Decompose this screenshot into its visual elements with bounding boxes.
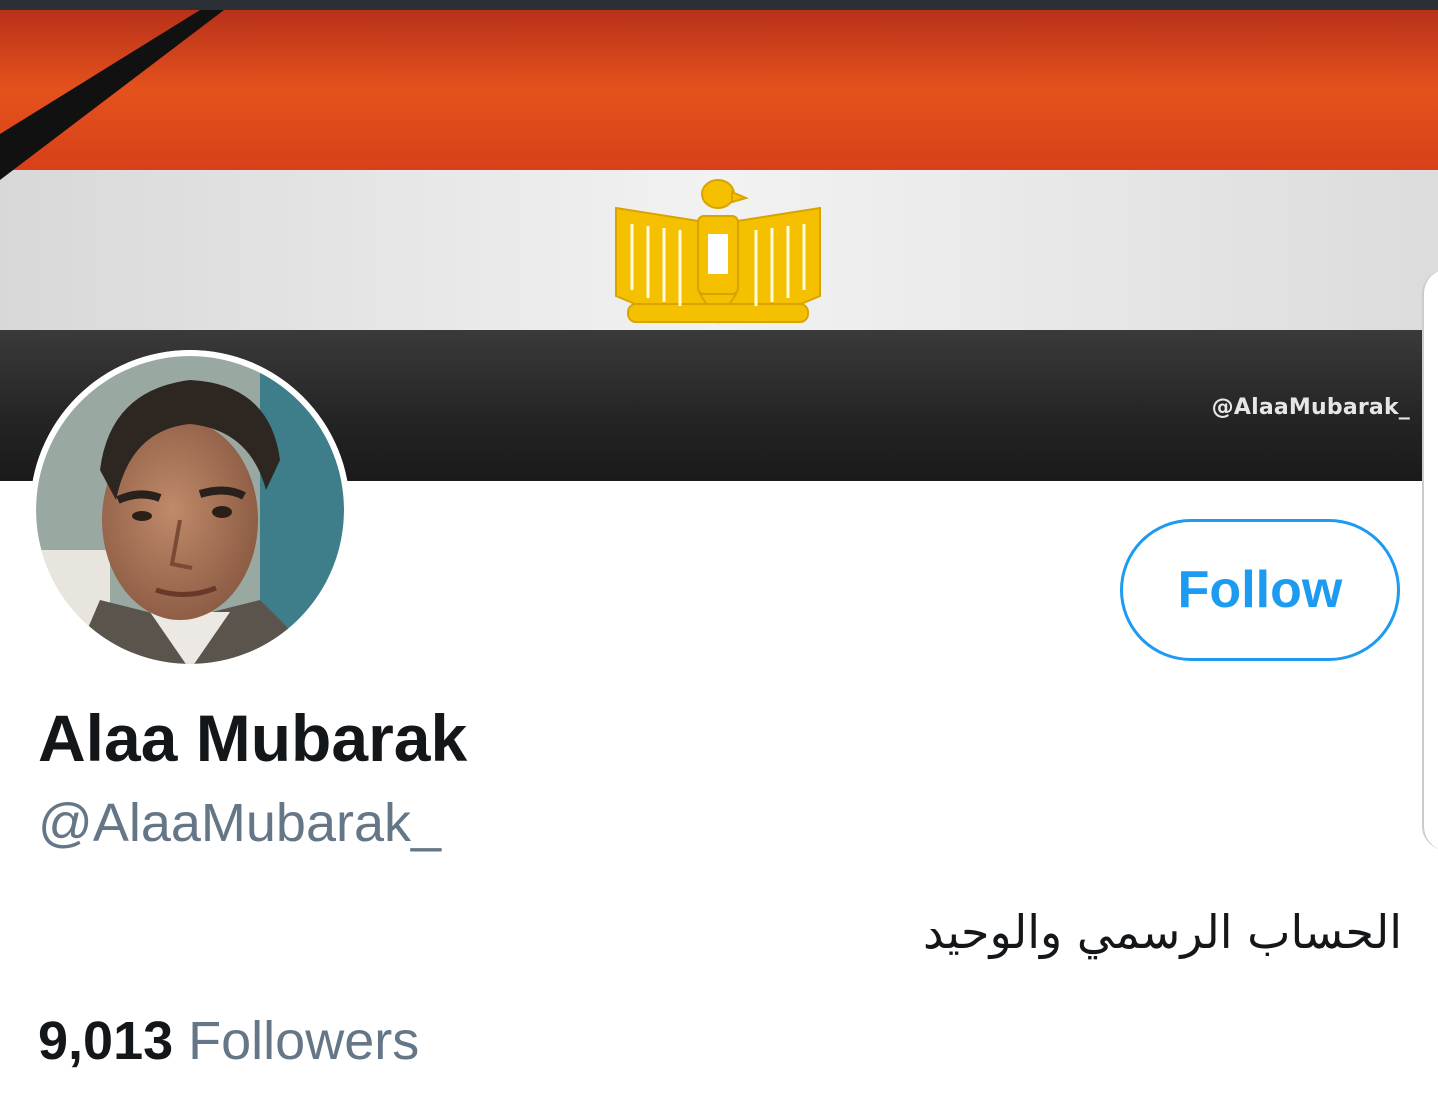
followers-count: 9,013 (38, 1011, 174, 1071)
display-name: Alaa Mubarak (38, 701, 468, 775)
banner-watermark-handle: @AlaaMubarak_ (1211, 395, 1410, 420)
followers-label: Followers (188, 1011, 420, 1071)
flag-red-stripe (0, 10, 1438, 170)
profile-bio: الحساب الرسمي والوحيد (923, 905, 1402, 959)
profile-page: @AlaaMubarak_ Follow Alaa Mubarak @AlaaM… (0, 0, 1438, 1118)
eagle-shield (708, 234, 728, 274)
avatar[interactable] (30, 350, 350, 670)
followers-stat[interactable]: 9,013 Followers (38, 1010, 419, 1072)
top-edge-bar (0, 0, 1438, 10)
side-panel-edge (1422, 270, 1438, 850)
user-handle: @AlaaMubarak_ (38, 793, 442, 853)
follow-button[interactable]: Follow (1120, 519, 1400, 661)
avatar-photo (30, 350, 350, 670)
